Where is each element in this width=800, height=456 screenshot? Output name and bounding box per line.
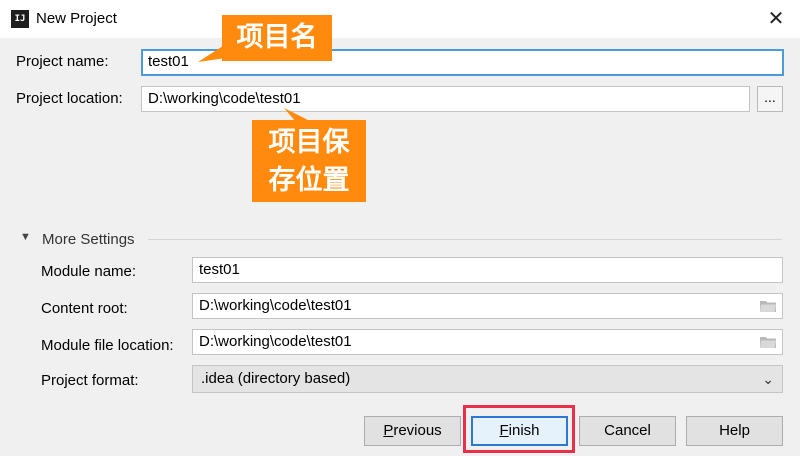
module-file-location-value: D:\working\code\test01 [199, 333, 352, 350]
previous-button[interactable]: Previous [364, 416, 461, 446]
project-name-callout: 项目名 [222, 15, 332, 61]
callout-text-line2: 存位置 [268, 165, 350, 196]
section-divider [148, 239, 782, 240]
callout-pointer [198, 44, 226, 62]
callout-text-line1: 项目保 [268, 127, 350, 158]
chevron-down-icon: ⌄ [762, 371, 774, 387]
project-location-input[interactable]: D:\working\code\test01 [141, 86, 750, 112]
module-name-label: Module name: [41, 263, 137, 280]
window-title: New Project [36, 10, 117, 27]
browse-location-button[interactable]: ... [757, 86, 783, 112]
more-settings-title[interactable]: More Settings [42, 231, 135, 248]
folder-icon[interactable] [760, 300, 776, 312]
title-bar: IJ New Project ✕ [0, 0, 800, 38]
previous-label: revious [393, 422, 442, 439]
project-name-label: Project name: [16, 53, 109, 70]
project-location-callout: 项目保 存位置 [252, 120, 366, 202]
content-root-label: Content root: [41, 300, 128, 317]
module-name-input[interactable]: test01 [192, 257, 783, 283]
project-location-label: Project location: [16, 90, 123, 107]
project-format-select[interactable]: .idea (directory based) ⌄ [192, 365, 783, 393]
callout-text: 项目名 [236, 22, 318, 53]
previous-mnemonic: P [383, 422, 394, 439]
module-file-location-input[interactable]: D:\working\code\test01 [192, 329, 783, 355]
project-format-label: Project format: [41, 372, 139, 389]
folder-icon[interactable] [760, 336, 776, 348]
content-root-value: D:\working\code\test01 [199, 297, 352, 314]
content-root-input[interactable]: D:\working\code\test01 [192, 293, 783, 319]
help-button[interactable]: Help [686, 416, 783, 446]
finish-highlight-box [463, 405, 575, 453]
callout-pointer [284, 108, 312, 122]
project-format-value: .idea (directory based) [201, 370, 351, 387]
module-file-location-label: Module file location: [41, 337, 174, 354]
cancel-button[interactable]: Cancel [579, 416, 676, 446]
intellij-app-icon: IJ [9, 8, 31, 30]
triangle-down-icon[interactable]: ▼ [20, 231, 31, 243]
close-icon[interactable]: ✕ [762, 5, 790, 33]
